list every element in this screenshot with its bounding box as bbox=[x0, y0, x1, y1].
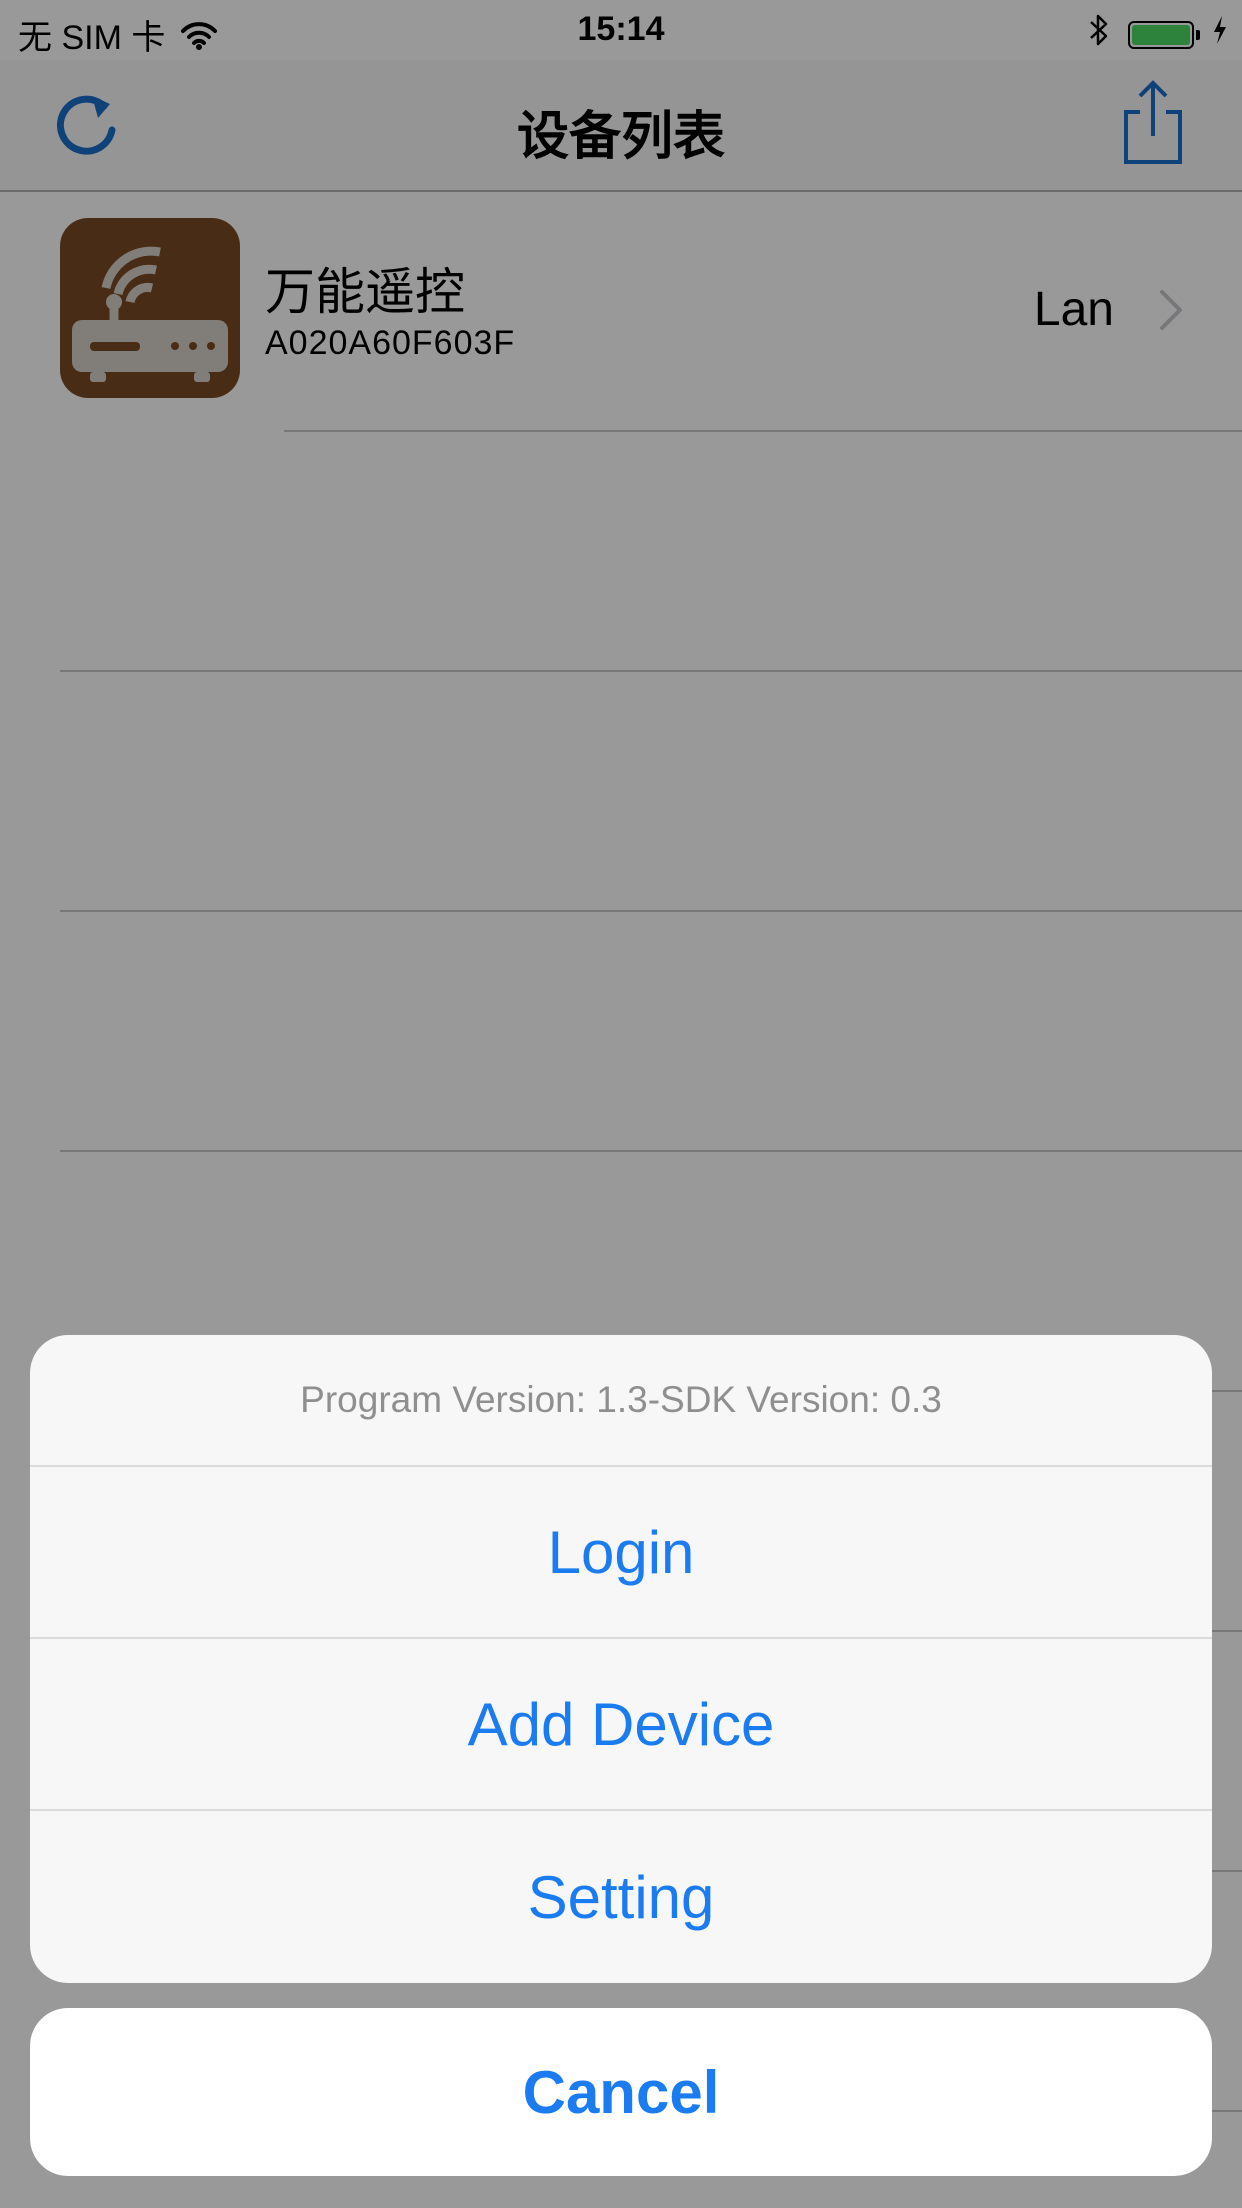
add-device-button[interactable]: Add Device bbox=[30, 1639, 1212, 1811]
cancel-button[interactable]: Cancel bbox=[30, 2008, 1212, 2176]
login-button[interactable]: Login bbox=[30, 1467, 1212, 1639]
action-sheet-message: Program Version: 1.3-SDK Version: 0.3 bbox=[30, 1335, 1212, 1467]
action-sheet: Program Version: 1.3-SDK Version: 0.3 Lo… bbox=[30, 1335, 1212, 1983]
setting-button[interactable]: Setting bbox=[30, 1811, 1212, 1983]
